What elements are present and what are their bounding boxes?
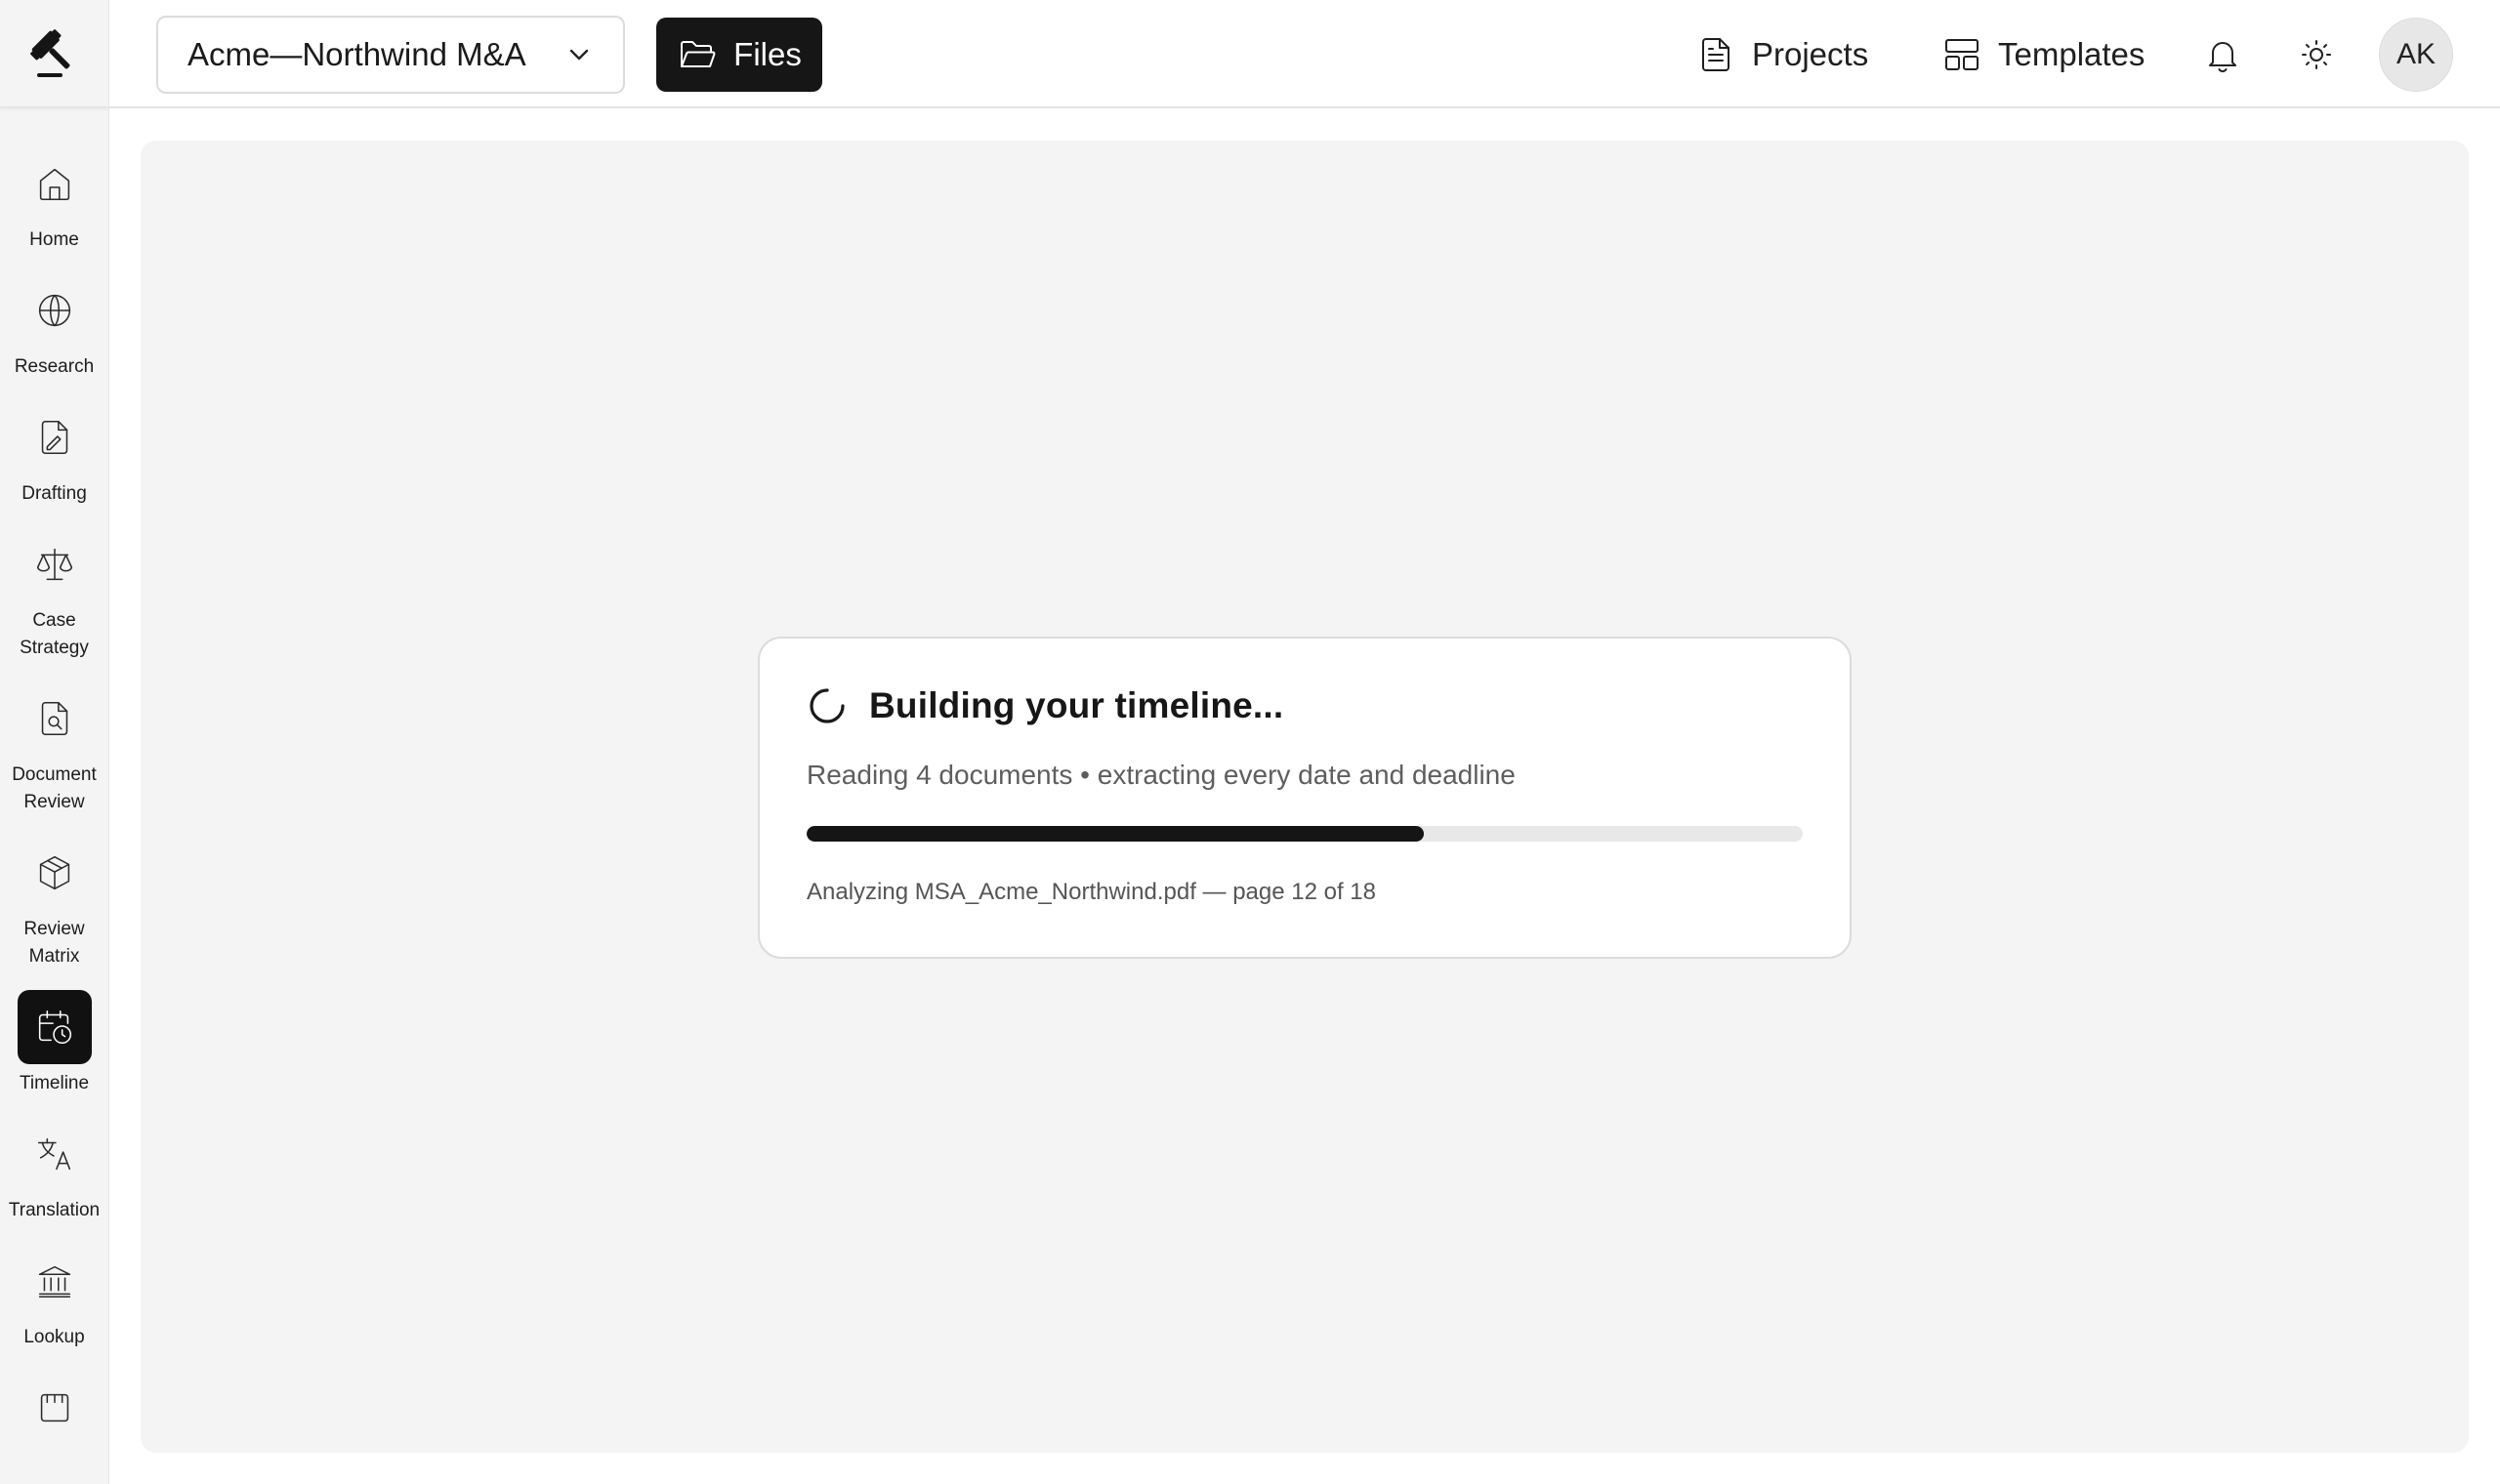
sidebar-item-document-review[interactable]: Document Review bbox=[0, 681, 108, 816]
app-logo[interactable] bbox=[0, 0, 108, 107]
sidebar-item-review-matrix[interactable]: Review Matrix bbox=[0, 836, 108, 970]
chevron-down-icon bbox=[564, 40, 594, 69]
sidebar-item-drafting[interactable]: Drafting bbox=[0, 400, 108, 508]
more-tool-icon bbox=[18, 1371, 92, 1445]
sidebar-item-label: Document Review bbox=[12, 764, 97, 812]
bank-icon bbox=[18, 1244, 92, 1318]
bell-icon bbox=[2209, 42, 2236, 73]
sun-icon bbox=[2302, 40, 2331, 69]
files-button[interactable]: Files bbox=[656, 18, 822, 92]
top-bar: Acme—Northwind M&A Files Projects Templa… bbox=[109, 0, 2500, 108]
projects-link-label: Projects bbox=[1752, 36, 1869, 72]
theme-toggle-button[interactable] bbox=[2287, 25, 2346, 84]
loading-status: Analyzing MSA_Acme_Northwind.pdf — page … bbox=[807, 879, 1376, 905]
sidebar-item-case-strategy[interactable]: Case Strategy bbox=[0, 527, 108, 662]
sidebar-item-home[interactable]: Home bbox=[0, 146, 108, 254]
project-select-value: Acme—Northwind M&A bbox=[188, 36, 526, 72]
sidebar-item-label: Research bbox=[14, 356, 95, 377]
progress-bar-fill bbox=[807, 826, 1425, 842]
loading-title: Building your timeline... bbox=[869, 685, 1284, 725]
main-content: Building your timeline... Reading 4 docu… bbox=[141, 141, 2469, 1453]
progress-bar bbox=[807, 826, 1803, 842]
loading-title-row: Building your timeline... bbox=[807, 685, 1803, 726]
loading-subtitle: Reading 4 documents • extracting every d… bbox=[807, 760, 1516, 790]
folder-open-icon bbox=[681, 41, 716, 67]
avatar[interactable]: AK bbox=[2379, 18, 2453, 92]
templates-link-label: Templates bbox=[1998, 36, 2146, 72]
sidebar-item-label: Review Matrix bbox=[23, 919, 85, 967]
notifications-button[interactable] bbox=[2193, 25, 2252, 84]
sidebar-item-label: Drafting bbox=[21, 483, 87, 504]
globe-icon bbox=[18, 273, 92, 348]
loading-spinner-icon bbox=[807, 685, 848, 726]
document-icon bbox=[1702, 38, 1729, 71]
app-root: Home Research Drafting Case Strategy Doc… bbox=[0, 0, 2500, 1484]
document-search-icon bbox=[18, 681, 92, 756]
scales-icon bbox=[18, 527, 92, 601]
sidebar-item-translation[interactable]: Translation bbox=[0, 1117, 108, 1224]
sidebar-item-label: Translation bbox=[8, 1200, 101, 1220]
sidebar-nav: Home Research Drafting Case Strategy Doc… bbox=[0, 107, 108, 1445]
cube-icon bbox=[18, 836, 92, 910]
sidebar-item-research[interactable]: Research bbox=[0, 273, 108, 381]
timeline-loading-card: Building your timeline... Reading 4 docu… bbox=[758, 637, 1852, 959]
sidebar-item-lookup[interactable]: Lookup bbox=[0, 1244, 108, 1351]
avatar-initials: AK bbox=[2396, 38, 2437, 70]
calendar-clock-icon bbox=[17, 990, 92, 1064]
sidebar: Home Research Drafting Case Strategy Doc… bbox=[0, 0, 109, 1484]
sidebar-item-label: Case Strategy bbox=[20, 610, 89, 658]
sidebar-item-label: Timeline bbox=[19, 1073, 90, 1093]
gavel-logo-icon bbox=[29, 28, 69, 77]
templates-link[interactable]: Templates bbox=[1941, 25, 2145, 84]
projects-link[interactable]: Projects bbox=[1695, 25, 1868, 84]
project-select[interactable]: Acme—Northwind M&A bbox=[156, 16, 625, 94]
document-pen-icon bbox=[18, 400, 92, 474]
home-icon bbox=[18, 146, 92, 221]
sidebar-item-label: Home bbox=[29, 229, 79, 250]
files-button-label: Files bbox=[733, 36, 802, 72]
sidebar-item-label: Lookup bbox=[23, 1327, 85, 1347]
sidebar-item-more[interactable] bbox=[0, 1371, 108, 1445]
translate-icon bbox=[18, 1117, 92, 1191]
sidebar-item-timeline[interactable]: Timeline bbox=[0, 990, 108, 1097]
layout-template-icon bbox=[1945, 39, 1979, 70]
